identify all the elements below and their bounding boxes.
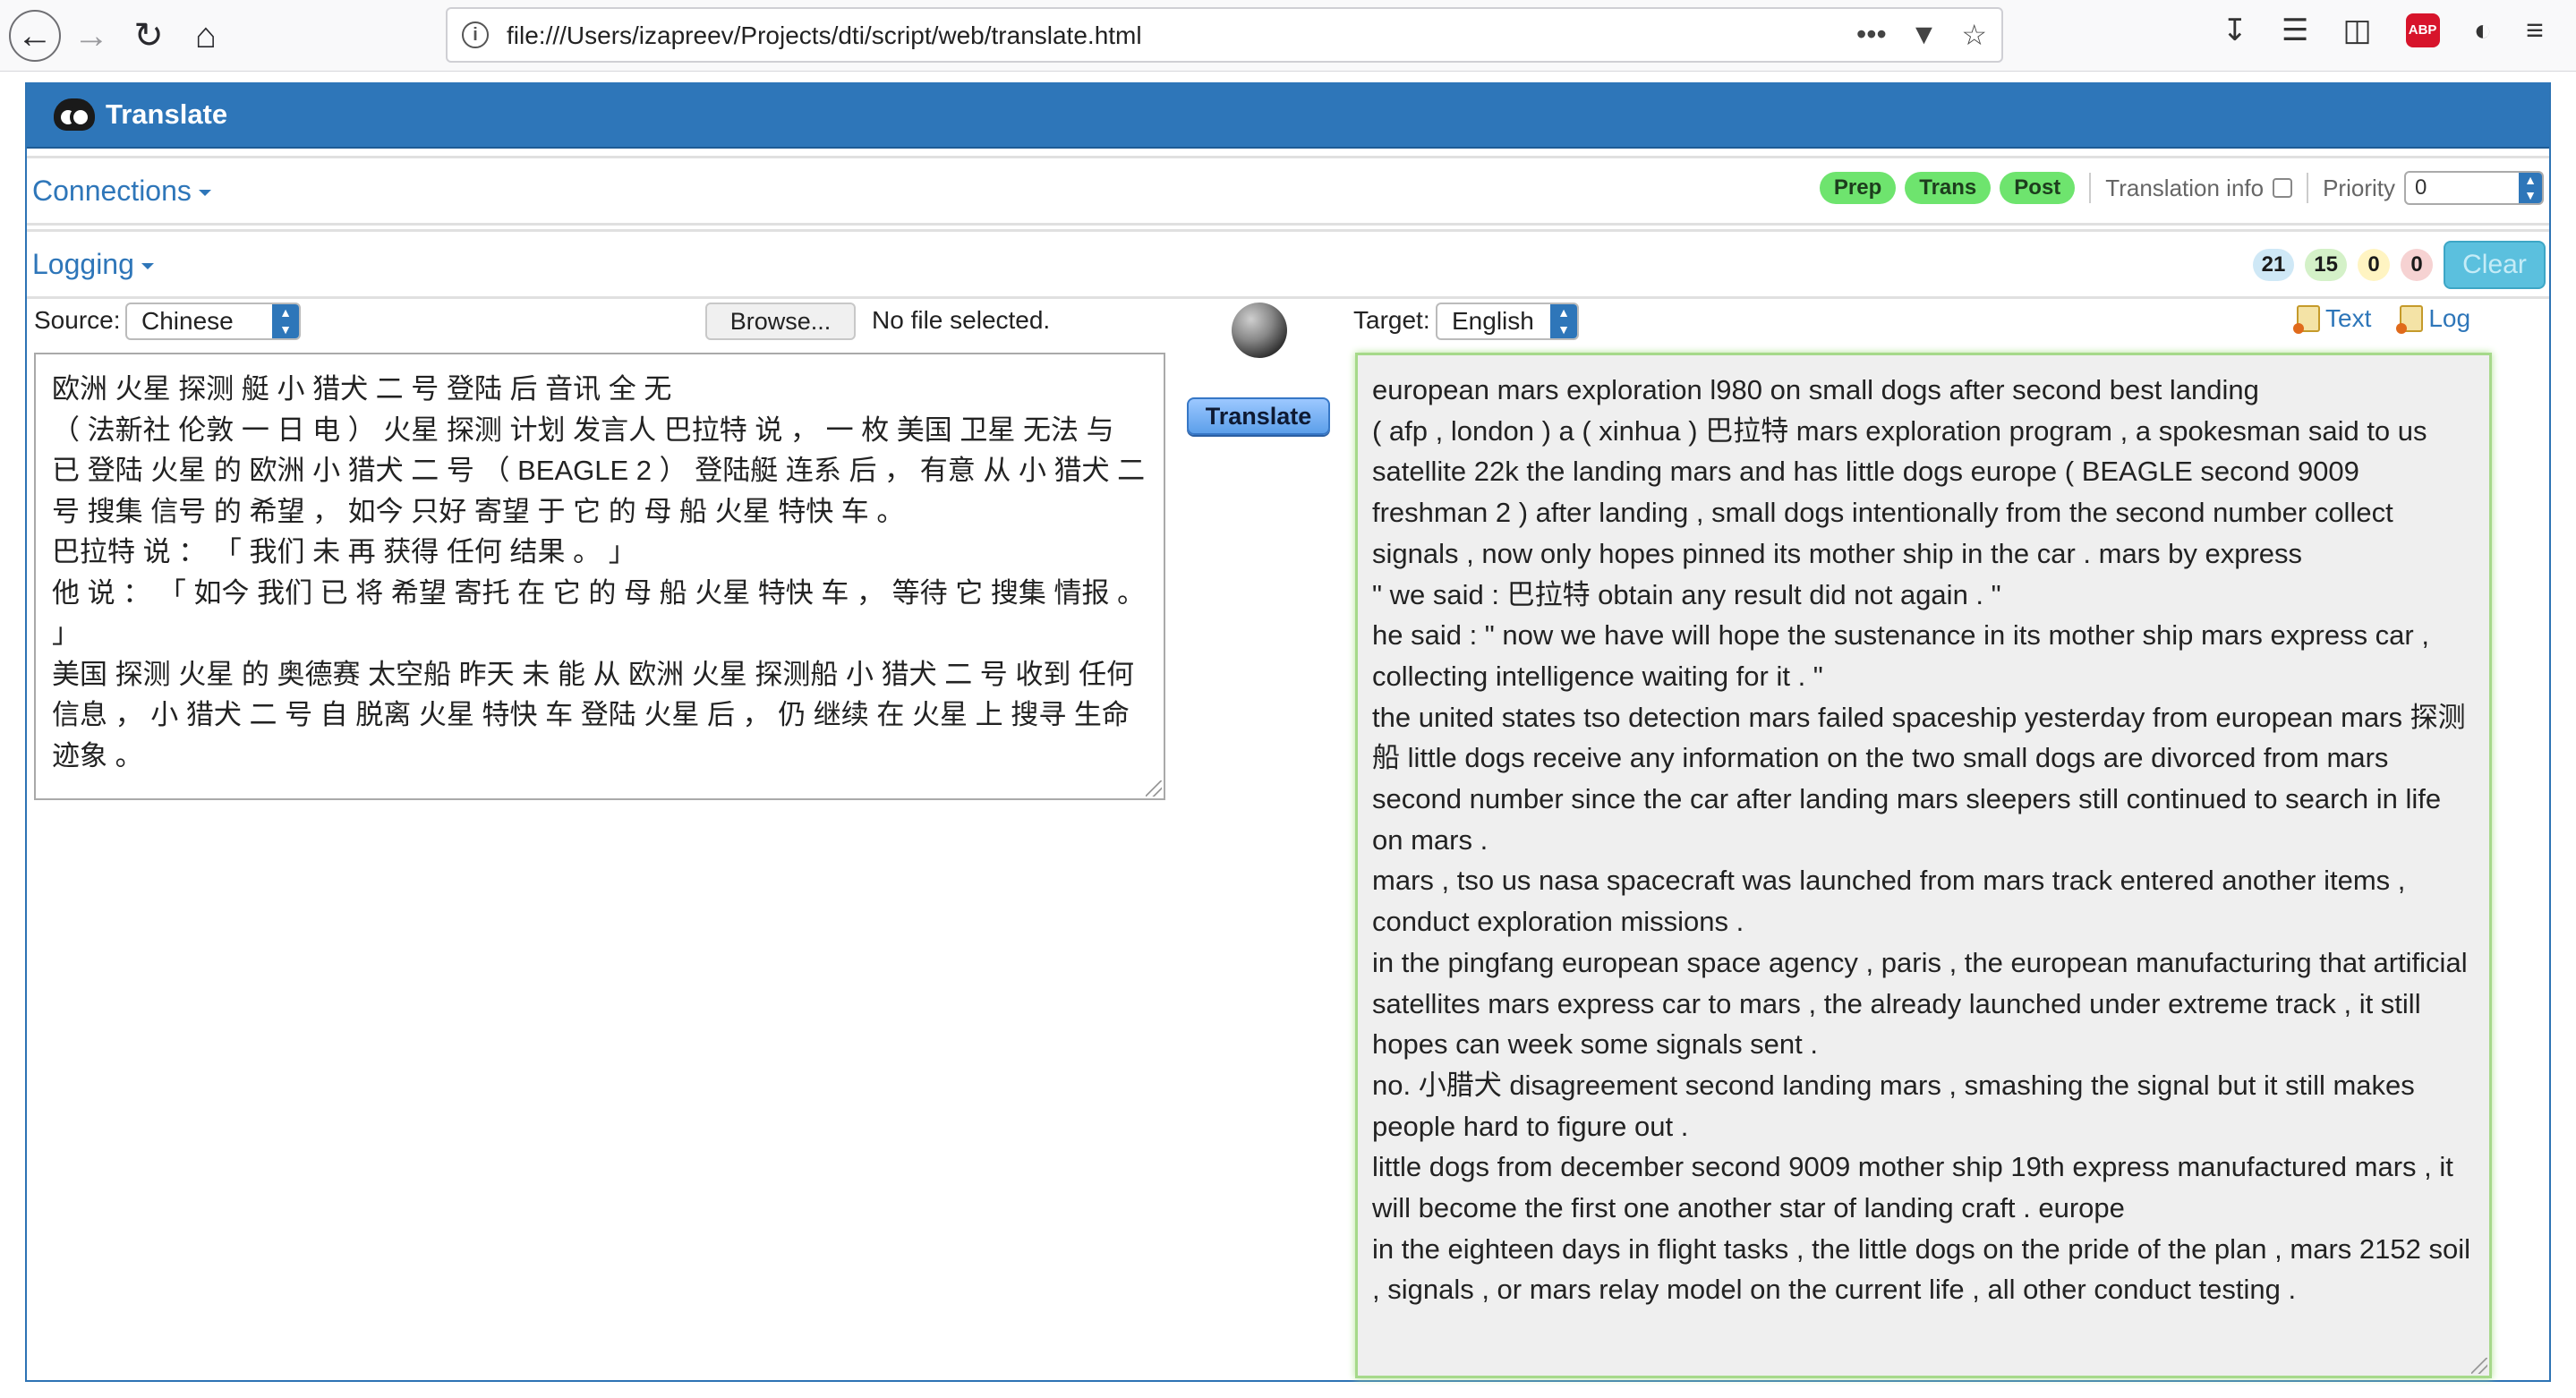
select-arrows-icon: ▲ ▼ — [1550, 304, 1577, 338]
source-label: Source: — [34, 306, 121, 334]
logging-title: Logging — [32, 248, 134, 280]
log-link-label: Log — [2428, 304, 2471, 332]
priority-select[interactable]: 0 ▲ ▼ — [2404, 171, 2544, 205]
select-arrows-icon: ▲ ▼ — [272, 304, 299, 338]
url-text[interactable]: file:///Users/izapreev/Projects/dti/scri… — [507, 21, 1142, 50]
browse-button[interactable]: Browse... — [705, 303, 856, 340]
library-icon[interactable]: ☰ — [2282, 13, 2308, 48]
logging-panel: Logging 21 15 0 0 Clear — [27, 229, 2549, 299]
error-count-badge: 0 — [2401, 249, 2433, 281]
target-label: Target: — [1353, 306, 1430, 334]
forward-arrow-icon[interactable]: → — [64, 9, 118, 63]
caret-down-icon — [141, 263, 154, 270]
info-count-badge: 21 — [2252, 249, 2295, 281]
log-file-icon — [2396, 305, 2424, 334]
logging-toggle[interactable]: Logging — [32, 248, 154, 281]
select-arrows-icon: ▲ ▼ — [2519, 173, 2542, 203]
connections-toggle[interactable]: Connections — [32, 175, 211, 208]
globe-icon — [1232, 303, 1287, 358]
text-file-icon — [2293, 305, 2320, 334]
resize-handle-icon[interactable] — [2471, 1358, 2487, 1374]
priority-label: Priority — [2323, 174, 2395, 201]
bookmark-star-icon[interactable]: ☆ — [1961, 18, 1987, 52]
translate-app: Translate Connections Prep Trans Post Tr… — [25, 82, 2551, 1382]
target-text-output[interactable]: european mars exploration l980 on small … — [1355, 353, 2492, 1378]
target-text: european mars exploration l980 on small … — [1372, 374, 2470, 1306]
sidebar-icon[interactable]: ◫ — [2342, 13, 2371, 48]
caret-down-icon — [198, 190, 211, 197]
translation-info-label: Translation info — [2105, 174, 2265, 201]
divider — [2089, 173, 2092, 203]
app-title: Translate — [106, 98, 228, 130]
post-badge: Post — [2000, 172, 2076, 204]
pocket-icon[interactable]: ▼ — [1910, 18, 1939, 52]
connections-title: Connections — [32, 175, 192, 207]
target-language-select[interactable]: English ▲ ▼ — [1436, 303, 1579, 340]
log-download-link[interactable]: Log — [2396, 304, 2471, 334]
source-language-select[interactable]: Chinese ▲ ▼ — [125, 303, 301, 340]
clear-log-button[interactable]: Clear — [2444, 241, 2546, 289]
priority-value: 0 — [2415, 175, 2427, 200]
translate-button[interactable]: Translate — [1187, 397, 1330, 435]
trans-badge: Trans — [1905, 172, 1992, 204]
prep-badge: Prep — [1819, 172, 1897, 204]
text-download-link[interactable]: Text — [2293, 304, 2372, 334]
extension-icon[interactable]: ◐ — [2474, 13, 2493, 48]
adblock-icon[interactable]: ABP — [2405, 13, 2440, 47]
text-link-label: Text — [2325, 304, 2372, 332]
url-bar[interactable]: i file:///Users/izapreev/Projects/dti/sc… — [446, 7, 2003, 63]
browser-toolbar: ← → ↻ ⌂ i file:///Users/izapreev/Project… — [0, 0, 2576, 72]
warning-count-badge: 0 — [2358, 249, 2390, 281]
file-status: No file selected. — [872, 306, 1051, 334]
source-text: 欧洲 火星 探测 艇 小 猎犬 二 号 登陆 后 音讯 全 无 （ 法新社 伦敦… — [52, 373, 1146, 771]
download-icon[interactable]: ↧ — [2222, 13, 2248, 48]
page-actions-icon[interactable]: ••• — [1856, 18, 1887, 52]
menu-icon[interactable]: ≡ — [2526, 13, 2544, 48]
resize-handle-icon[interactable] — [1146, 780, 1162, 797]
divider — [2307, 173, 2309, 203]
back-arrow-icon[interactable]: ← — [9, 10, 61, 62]
app-header: Translate — [27, 82, 2549, 149]
reload-icon[interactable]: ↻ — [122, 9, 175, 63]
source-text-input[interactable]: 欧洲 火星 探测 艇 小 猎犬 二 号 登陆 后 音讯 全 无 （ 法新社 伦敦… — [34, 353, 1165, 800]
translation-info-checkbox[interactable] — [2273, 178, 2293, 198]
home-icon[interactable]: ⌂ — [179, 9, 233, 63]
target-language-value: English — [1452, 307, 1534, 335]
info-icon[interactable]: i — [462, 21, 489, 48]
connections-panel: Connections Prep Trans Post Translation … — [27, 156, 2549, 226]
owl-logo-icon — [54, 98, 95, 131]
success-count-badge: 15 — [2305, 249, 2347, 281]
source-language-value: Chinese — [141, 307, 234, 335]
